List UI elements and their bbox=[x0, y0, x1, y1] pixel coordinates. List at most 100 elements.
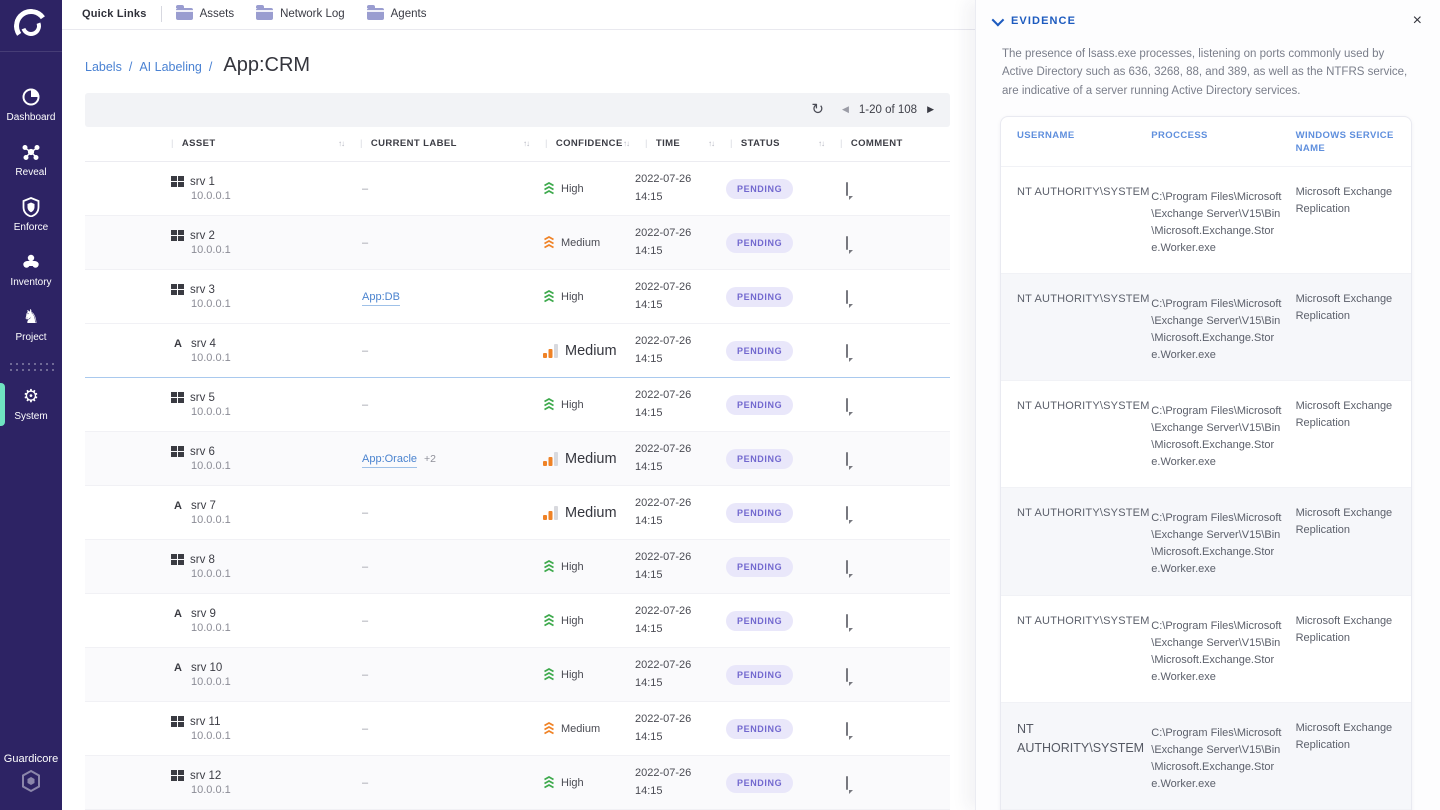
asset-name[interactable]: srv 5 bbox=[190, 392, 215, 404]
sidebar-item-reveal[interactable]: Reveal bbox=[0, 133, 62, 188]
asset-name[interactable]: srv 2 bbox=[190, 230, 215, 242]
table-row[interactable]: A srv 9 10.0.0.1 – High 2022-07-2614:15 … bbox=[85, 594, 950, 648]
comment-icon[interactable] bbox=[846, 236, 848, 250]
topbar-item-agents[interactable]: Agents bbox=[367, 8, 427, 20]
sidebar-item-system[interactable]: ⚙ System bbox=[0, 377, 62, 432]
table-row[interactable]: srv 2 10.0.0.1 – Medium 2022-07-2614:15 … bbox=[85, 216, 950, 270]
content-area: Labels / AI Labeling / App:CRM ↻ ◀ 1-20 … bbox=[62, 30, 975, 810]
asset-name[interactable]: srv 1 bbox=[190, 176, 215, 188]
sidebar-item-project[interactable]: ♞ Project bbox=[0, 298, 62, 353]
comment-icon[interactable] bbox=[846, 452, 848, 466]
table-row[interactable]: srv 12 10.0.0.1 – High 2022-07-2614:15 P… bbox=[85, 756, 950, 810]
asset-name[interactable]: srv 10 bbox=[191, 662, 222, 674]
sort-icon[interactable]: ↑↓ bbox=[523, 139, 529, 148]
table-row[interactable]: srv 5 10.0.0.1 – High 2022-07-2614:15 PE… bbox=[85, 378, 950, 432]
sidebar-item-enforce[interactable]: Enforce bbox=[0, 188, 62, 243]
asset-ip: 10.0.0.1 bbox=[191, 622, 350, 634]
current-label-cell: – bbox=[350, 486, 535, 540]
confidence-cell: High bbox=[535, 756, 635, 810]
asset-name[interactable]: srv 8 bbox=[190, 554, 215, 566]
status-badge: PENDING bbox=[726, 719, 793, 739]
evidence-panel: EVIDENCE × The presence of lsass.exe pro… bbox=[975, 0, 1440, 810]
comment-cell bbox=[830, 594, 950, 648]
sidebar-divider bbox=[8, 361, 54, 373]
comment-cell bbox=[830, 432, 950, 486]
evidence-username: NT AUTHORITY\SYSTEM bbox=[1001, 288, 1151, 364]
table-row[interactable]: A srv 4 10.0.0.1 – Medium 2022-07-2614:1… bbox=[85, 324, 950, 378]
comment-icon[interactable] bbox=[846, 344, 848, 358]
label-link[interactable]: App:DB bbox=[362, 291, 400, 306]
current-label-cell: – bbox=[350, 216, 535, 270]
table-row[interactable]: A srv 10 10.0.0.1 – High 2022-07-2614:15… bbox=[85, 648, 950, 702]
table-row[interactable]: A srv 7 10.0.0.1 – Medium 2022-07-2614:1… bbox=[85, 486, 950, 540]
table-row[interactable]: srv 6 10.0.0.1 App:Oracle+2 Medium 2022-… bbox=[85, 432, 950, 486]
evidence-service: Microsoft Exchange Replication bbox=[1296, 288, 1411, 364]
brand-name: Guardicore bbox=[4, 753, 58, 765]
confidence-label: Medium bbox=[565, 451, 617, 467]
sidebar-item-label: Inventory bbox=[10, 277, 51, 288]
status-cell: PENDING bbox=[720, 378, 830, 432]
sidebar-item-label: System bbox=[14, 411, 47, 422]
sidebar-item-inventory[interactable]: Inventory bbox=[0, 243, 62, 298]
table-row[interactable]: srv 1 10.0.0.1 – High 2022-07-2614:15 PE… bbox=[85, 162, 950, 216]
asset-name[interactable]: srv 11 bbox=[190, 716, 220, 728]
column-current-label[interactable]: |CURRENT LABEL↑↓ bbox=[350, 127, 535, 162]
label-extra-count[interactable]: +2 bbox=[424, 453, 436, 465]
column-comment: |COMMENT bbox=[830, 127, 950, 162]
breadcrumb-link-ai-labeling[interactable]: AI Labeling bbox=[139, 60, 202, 74]
sort-icon[interactable]: ↑↓ bbox=[818, 139, 824, 148]
pagination-range: 1-20 of 108 bbox=[859, 104, 917, 116]
current-label-cell: – bbox=[350, 702, 535, 756]
sort-icon[interactable]: ↑↓ bbox=[338, 139, 344, 148]
table-row[interactable]: srv 8 10.0.0.1 – High 2022-07-2614:15 PE… bbox=[85, 540, 950, 594]
folder-icon bbox=[176, 8, 193, 20]
assets-table: |ASSET↑↓|CURRENT LABEL↑↓|CONFIDENCE↑↓|TI… bbox=[85, 127, 950, 810]
comment-icon[interactable] bbox=[846, 182, 848, 196]
label-empty: – bbox=[362, 345, 368, 357]
comment-icon[interactable] bbox=[846, 776, 848, 790]
asset-name[interactable]: srv 3 bbox=[190, 284, 215, 296]
breadcrumb-link-labels[interactable]: Labels bbox=[85, 60, 122, 74]
topbar-item-network-log[interactable]: Network Log bbox=[256, 8, 345, 20]
column-status[interactable]: |STATUS↑↓ bbox=[720, 127, 830, 162]
asset-name[interactable]: srv 6 bbox=[190, 446, 215, 458]
table-row[interactable]: srv 11 10.0.0.1 – Medium 2022-07-2614:15… bbox=[85, 702, 950, 756]
column-time[interactable]: |TIME↑↓ bbox=[635, 127, 720, 162]
comment-icon[interactable] bbox=[846, 398, 848, 412]
comment-icon[interactable] bbox=[846, 506, 848, 520]
label-link[interactable]: App:Oracle bbox=[362, 453, 417, 468]
sidebar-item-dashboard[interactable]: Dashboard bbox=[0, 78, 62, 133]
sort-icon[interactable]: ↑↓ bbox=[623, 139, 629, 148]
prev-page-icon[interactable]: ◀ bbox=[842, 104, 849, 115]
topbar-item-assets[interactable]: Assets bbox=[176, 8, 235, 20]
asset-name[interactable]: srv 9 bbox=[191, 608, 216, 620]
comment-cell bbox=[830, 216, 950, 270]
column-confidence[interactable]: |CONFIDENCE↑↓ bbox=[535, 127, 635, 162]
comment-icon[interactable] bbox=[846, 560, 848, 574]
evidence-description: The presence of lsass.exe processes, lis… bbox=[1002, 45, 1414, 100]
logo-swoosh-icon bbox=[14, 9, 48, 43]
comment-icon[interactable] bbox=[846, 290, 848, 304]
asset-name[interactable]: srv 4 bbox=[191, 338, 216, 350]
app-window: Dashboard Reveal Enforce Inventory ♞ Pro… bbox=[0, 0, 1440, 810]
asset-ip: 10.0.0.1 bbox=[191, 298, 350, 310]
status-cell: PENDING bbox=[720, 540, 830, 594]
chevron-down-icon[interactable] bbox=[992, 13, 1005, 26]
sort-icon[interactable]: ↑↓ bbox=[708, 139, 714, 148]
comment-icon[interactable] bbox=[846, 722, 848, 736]
asset-cell: srv 8 10.0.0.1 bbox=[85, 540, 350, 594]
asset-name[interactable]: srv 7 bbox=[191, 500, 216, 512]
confidence-chevrons-icon bbox=[543, 614, 555, 627]
comment-icon[interactable] bbox=[846, 668, 848, 682]
next-page-icon[interactable]: ▶ bbox=[927, 104, 934, 115]
column-asset[interactable]: |ASSET↑↓ bbox=[85, 127, 350, 162]
label-empty: – bbox=[362, 723, 368, 735]
evidence-process: C:\Program Files\Microsoft\Exchange Serv… bbox=[1151, 610, 1295, 686]
comment-icon[interactable] bbox=[846, 614, 848, 628]
close-icon[interactable]: × bbox=[1413, 13, 1422, 29]
sidebar-brand: Guardicore bbox=[4, 753, 58, 810]
table-row[interactable]: srv 3 10.0.0.1 App:DB High 2022-07-2614:… bbox=[85, 270, 950, 324]
asset-name[interactable]: srv 12 bbox=[190, 770, 221, 782]
refresh-icon[interactable]: ↻ bbox=[811, 102, 824, 117]
guardicore-logo[interactable] bbox=[0, 0, 62, 52]
